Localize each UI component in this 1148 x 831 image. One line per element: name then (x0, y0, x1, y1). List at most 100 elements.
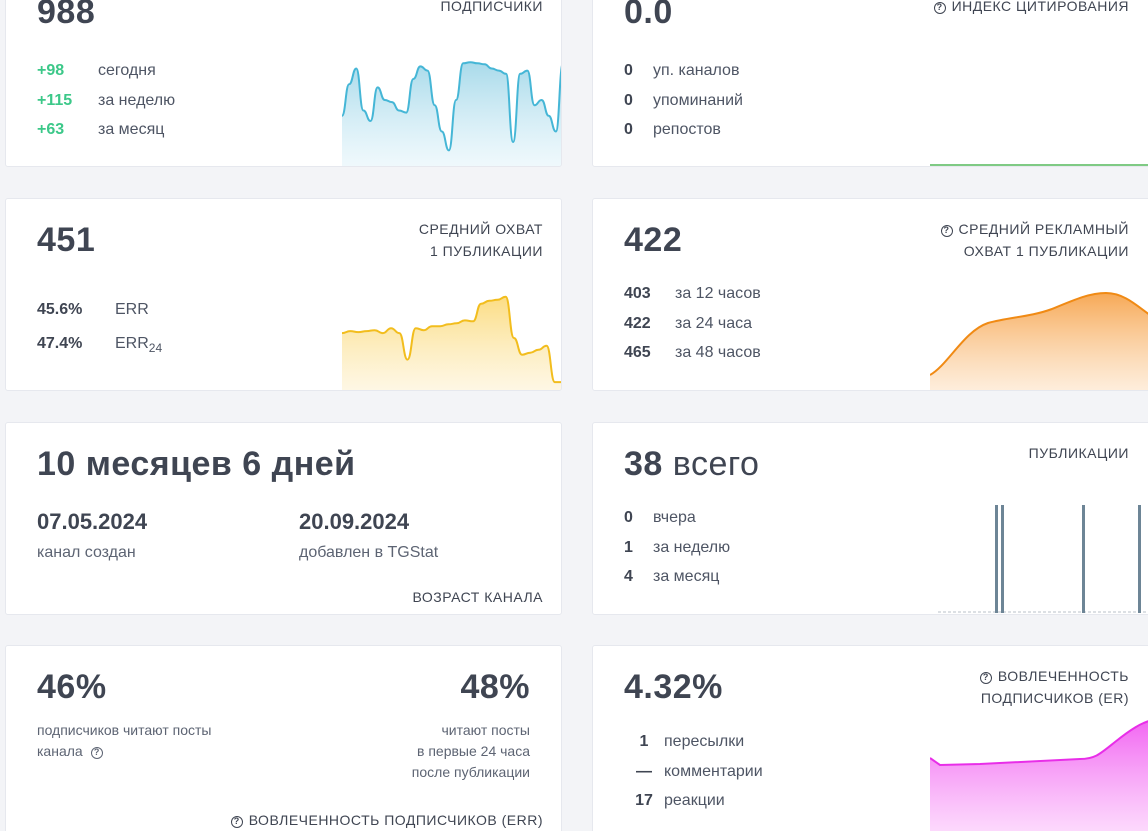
er-comments: — комментарии (624, 760, 763, 784)
stat-number: — (636, 763, 652, 780)
stat-number: 0 (624, 62, 633, 79)
added-label: добавлен в TGStat (299, 544, 439, 561)
stat-number: 1 (639, 733, 649, 750)
err24-row: 47.4% ERR24 (37, 332, 162, 356)
stat-label: уп. каналов (653, 62, 740, 79)
err24-label-text: ERR (115, 335, 149, 352)
stat-number: 4 (624, 568, 633, 585)
citation-reposts: 0 репостов (624, 118, 721, 142)
created-date: 07.05.2024 (37, 509, 148, 534)
publication-bar (1082, 505, 1085, 613)
help-icon[interactable]: ? (230, 816, 243, 828)
publication-bar (995, 505, 998, 613)
subscribers-card[interactable]: 988 ПОДПИСЧИКИ +98 сегодня +115 за неделю … (5, 0, 562, 167)
publications-number: 38 (624, 445, 663, 483)
stat-label: упоминаний (653, 92, 743, 109)
caption-text: ВОВЛЕЧЕННОСТЬ ПОДПИСЧИКОВ (ERR) (248, 812, 543, 828)
stat-label: за 48 часов (675, 344, 761, 361)
stat-label: за неделю (653, 539, 731, 556)
publications-bar-sparkline (938, 505, 1148, 613)
er-reactions: 17 реакции (624, 789, 725, 813)
ad-reach-12h: 403 за 12 часов (624, 282, 761, 306)
caption-line: ? ВОВЛЕЧЕННОСТЬ (979, 665, 1129, 687)
ad-reach-24h: 422 за 24 часа (624, 312, 752, 336)
average-reach-value: 451 (37, 221, 96, 259)
label-text: канала (37, 743, 83, 759)
err24-label: ERR24 (115, 332, 162, 360)
citation-mentions: 0 упоминаний (624, 89, 743, 113)
stat-label: реакции (664, 792, 725, 809)
reader-engagement-caption: ? ВОВЛЕЧЕННОСТЬ ПОДПИСЧИКОВ (ERR) (230, 809, 543, 831)
publications-card[interactable]: 38 всего ПУБЛИКАЦИИ 0 вчера 1 за неделю 4 з… (592, 422, 1148, 615)
stat-number: +115 (37, 92, 73, 109)
stat-number: 1 (624, 539, 633, 556)
readers-label: подписчиков читают посты канала ? (37, 720, 211, 762)
sparkline-area (342, 296, 561, 390)
stat-number: +63 (37, 121, 65, 138)
channel-age-value: 10 месяцев 6 дней (37, 445, 356, 483)
channel-age-card[interactable]: 10 месяцев 6 дней 07.05.2024 канал созда… (5, 422, 562, 615)
stat-number: +98 (37, 62, 65, 79)
subscribers-count: 988 (37, 0, 96, 31)
label-line: канала ? (37, 741, 211, 762)
label-line: подписчиков читают посты (37, 722, 212, 738)
average-ad-reach-card[interactable]: 422 ? СРЕДНИЙ РЕКЛАМНЫЙ ОХВАТ 1 ПУБЛИКАЦИИ… (592, 198, 1148, 391)
er-forwards: 1 пересылки (624, 730, 745, 754)
caption-line: ? СРЕДНИЙ РЕКЛАМНЫЙ (940, 218, 1129, 240)
first-day-readers-label: читают посты в первые 24 часа после публ… (412, 720, 530, 783)
stat-number: 17 (635, 792, 653, 809)
err-label: ERR (115, 301, 149, 318)
help-icon[interactable]: ? (979, 672, 992, 684)
citation-index-value: 0.0 (624, 0, 673, 31)
stat-number: 0 (624, 92, 633, 109)
caption-line: СРЕДНИЙ ОХВАТ (418, 221, 543, 237)
added-date: 20.09.2024 (299, 509, 410, 534)
subscribers-caption: ПОДПИСЧИКИ (440, 0, 543, 14)
er-value: 4.32% (624, 668, 723, 706)
citation-sparkline (930, 164, 1148, 166)
average-ad-reach-value: 422 (624, 221, 683, 259)
subscriber-er-card[interactable]: 4.32% ? ВОВЛЕЧЕННОСТЬ ПОДПИСЧИКОВ (ER) 1 пе… (592, 645, 1148, 831)
reader-engagement-card[interactable]: 46% подписчиков читают посты канала ? 48… (5, 645, 562, 831)
citation-index-card[interactable]: 0.0 ? ИНДЕКС ЦИТИРОВАНИЯ 0 уп. каналов 0 уп… (592, 0, 1148, 167)
readers-percent: 46% (37, 668, 107, 706)
ad-reach-sparkline (930, 291, 1148, 390)
er-sparkline (930, 720, 1148, 831)
label-line: читают посты (441, 722, 531, 738)
posts-week: 1 за неделю (624, 536, 730, 560)
average-ad-reach-caption: ? СРЕДНИЙ РЕКЛАМНЫЙ ОХВАТ 1 ПУБЛИКАЦИИ (940, 218, 1129, 262)
subscribers-month: +63 за месяц (37, 118, 164, 142)
stat-label: за месяц (98, 121, 165, 138)
subscribers-today: +98 сегодня (37, 59, 156, 83)
subscribers-week: +115 за неделю (37, 89, 175, 113)
help-icon[interactable]: ? (90, 747, 103, 759)
publication-bar (1138, 505, 1141, 613)
stat-label: комментарии (664, 763, 763, 780)
label-line: в первые 24 часа (417, 743, 530, 759)
average-reach-card[interactable]: 451 СРЕДНИЙ ОХВАТ 1 ПУБЛИКАЦИИ 45.6% ERR 4… (5, 198, 562, 391)
publications-total: 38 всего (624, 445, 759, 484)
label-line: после публикации (411, 764, 530, 780)
publications-word: всего (672, 445, 760, 483)
er-caption: ? ВОВЛЕЧЕННОСТЬ ПОДПИСЧИКОВ (ER) (979, 665, 1129, 709)
posts-yesterday: 0 вчера (624, 506, 696, 530)
stat-label: вчера (653, 509, 696, 526)
caption-line: ОХВАТ 1 ПУБЛИКАЦИИ (963, 243, 1129, 259)
stat-number: 0 (624, 121, 633, 138)
help-icon[interactable]: ? (933, 2, 946, 14)
citation-channels: 0 уп. каналов (624, 59, 739, 83)
help-icon[interactable]: ? (940, 225, 953, 237)
subscribers-sparkline (342, 61, 561, 166)
created-label: канал создан (37, 544, 136, 561)
err-row: 45.6% ERR (37, 298, 149, 322)
err24-subscript: 24 (148, 341, 163, 356)
publications-caption: ПУБЛИКАЦИИ (1028, 445, 1129, 461)
stat-label: за неделю (98, 92, 176, 109)
caption-line: ПОДПИСЧИКОВ (ER) (980, 690, 1129, 706)
citation-caption-text: ИНДЕКС ЦИТИРОВАНИЯ (951, 0, 1129, 14)
caption-text: ВОВЛЕЧЕННОСТЬ (997, 668, 1129, 684)
average-reach-sparkline (342, 295, 561, 390)
stat-label: репостов (653, 121, 721, 138)
stat-label: за месяц (653, 568, 720, 585)
stat-label: сегодня (98, 62, 156, 79)
